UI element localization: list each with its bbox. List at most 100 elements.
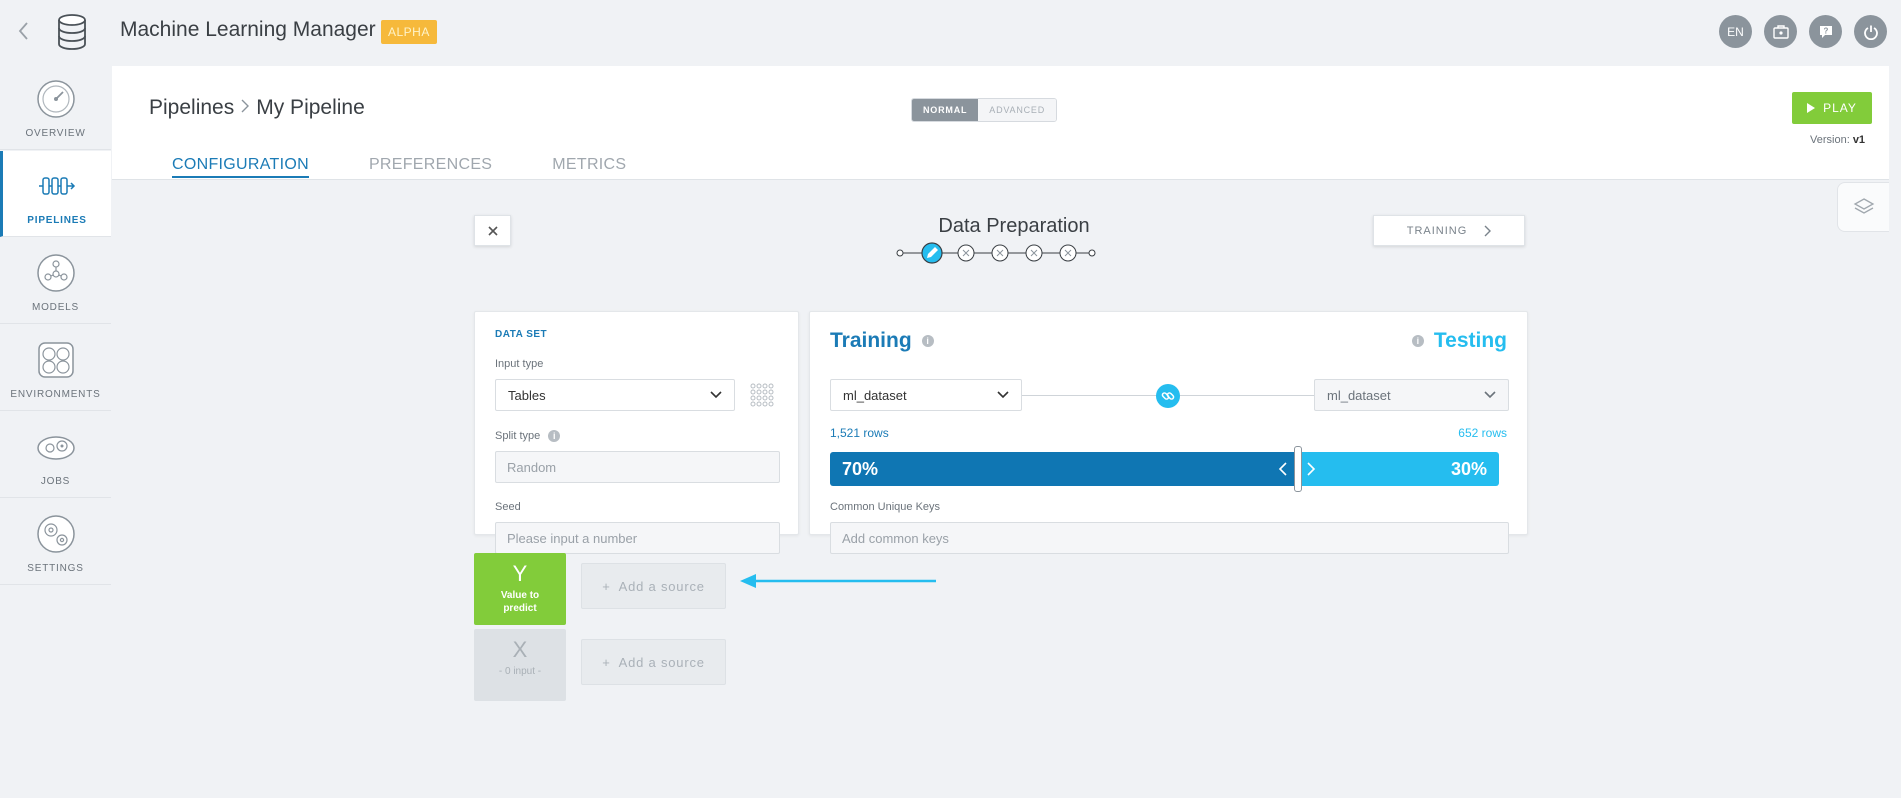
add-source-label: Add a source <box>618 654 705 670</box>
alpha-badge: ALPHA <box>381 20 437 44</box>
dataset-card: DATA SET Input type Tables Split type i … <box>474 311 799 554</box>
sidebar-item-environments[interactable]: ENVIRONMENTS <box>0 325 111 411</box>
sidebar-item-label: MODELS <box>31 302 80 313</box>
sidebar-item-label: JOBS <box>40 476 71 487</box>
split-slider-handle[interactable] <box>1294 446 1302 492</box>
help-chat-icon[interactable]: ? <box>1809 15 1842 48</box>
training-share: 70% <box>830 452 1298 486</box>
step-pending-icon[interactable] <box>957 244 975 262</box>
language-button[interactable]: EN <box>1719 15 1752 48</box>
app-title: Machine Learning Manager <box>120 18 376 41</box>
testing-dataset-value: ml_dataset <box>1327 387 1391 403</box>
training-dataset-select[interactable]: ml_dataset <box>830 379 1022 411</box>
step-pending-icon[interactable] <box>1025 244 1043 262</box>
sidebar-item-jobs[interactable]: JOBS <box>0 412 111 498</box>
split-ratio-bar[interactable]: 70% 30% <box>830 452 1499 486</box>
input-variables-tile[interactable]: X - 0 input - <box>474 629 566 701</box>
split-type-field[interactable]: Random <box>495 451 780 483</box>
testing-title: i Testing <box>1411 329 1507 353</box>
step-progress <box>896 242 1096 264</box>
common-keys-input[interactable]: Add common keys <box>830 522 1509 554</box>
chevron-left-icon[interactable] <box>1278 461 1288 477</box>
arrow-left-icon <box>740 574 936 588</box>
sidebar-item-models[interactable]: MODELS <box>0 238 111 324</box>
sidebar-item-settings[interactable]: SETTINGS <box>0 499 111 585</box>
target-letter: Y <box>512 561 528 586</box>
step-pending-icon[interactable] <box>1059 244 1077 262</box>
info-icon[interactable]: i <box>1411 335 1424 347</box>
mode-normal-button[interactable]: NORMAL <box>912 99 979 121</box>
tab-preferences[interactable]: PREFERENCES <box>369 156 492 178</box>
model-network-icon <box>36 254 75 292</box>
link-icon <box>1161 392 1175 400</box>
sidebar-item-label: SETTINGS <box>27 563 84 574</box>
gauge-icon <box>36 80 75 118</box>
seed-label: Seed <box>495 501 521 513</box>
training-rows-count: 1,521 rows <box>830 426 889 440</box>
play-icon <box>1807 103 1816 113</box>
main-panel: Pipelines My Pipeline NORMAL ADVANCED PL… <box>112 66 1889 798</box>
chevron-down-icon <box>1484 391 1496 399</box>
info-icon[interactable]: i <box>548 430 561 442</box>
version-info: Version: v1 <box>1810 134 1865 146</box>
input-type-value: Tables <box>508 387 546 403</box>
tab-configuration[interactable]: CONFIGURATION <box>172 156 309 178</box>
train-test-split-card: Training i i Testing ml_dataset ml_datas… <box>809 311 1528 554</box>
next-step-training-button[interactable]: TRAINING <box>1373 215 1525 246</box>
close-button[interactable] <box>474 215 511 246</box>
seed-input[interactable]: Please input a number <box>495 522 780 554</box>
link-datasets-toggle[interactable] <box>1156 384 1180 408</box>
mode-toggle: NORMAL ADVANCED <box>911 98 1058 122</box>
layers-panel-toggle[interactable] <box>1837 182 1889 232</box>
breadcrumb-chevron-icon <box>240 97 250 120</box>
sidebar: OVERVIEW PIPELINES MODELS ENVIRONMENTS J… <box>0 64 111 585</box>
back-chevron-icon[interactable] <box>14 18 34 44</box>
target-variable-tile[interactable]: Y Value to predict <box>474 553 566 625</box>
training-title: Training i <box>830 329 934 353</box>
add-input-source-button[interactable]: + Add a source <box>581 639 726 685</box>
play-button[interactable]: PLAY <box>1792 92 1872 124</box>
input-type-select[interactable]: Tables <box>495 379 735 411</box>
chevron-right-icon[interactable] <box>1306 461 1316 477</box>
add-target-source-button[interactable]: + Add a source <box>581 563 726 609</box>
environment-cubes-icon <box>37 342 74 378</box>
table-grid-icon[interactable] <box>750 383 776 407</box>
breadcrumb-pipelines-link[interactable]: Pipelines <box>149 96 234 120</box>
sidebar-item-label: OVERVIEW <box>25 128 86 139</box>
dataset-heading: DATA SET <box>495 329 548 340</box>
input-subtitle: - 0 input - <box>498 666 542 677</box>
top-bar: Machine Learning Manager ALPHA EN ? <box>0 0 1901 64</box>
sidebar-item-overview[interactable]: OVERVIEW <box>0 64 111 150</box>
plus-icon: + <box>602 578 611 594</box>
split-type-value: Random <box>507 459 557 475</box>
step-pending-icon[interactable] <box>991 244 1009 262</box>
chevron-down-icon <box>710 391 722 399</box>
add-source-label: Add a source <box>618 578 705 594</box>
training-dataset-value: ml_dataset <box>843 387 907 403</box>
step-title: Data Preparation <box>938 215 1090 237</box>
seed-placeholder: Please input a number <box>507 530 638 546</box>
breadcrumb: Pipelines My Pipeline <box>149 96 365 120</box>
pipeline-header: Pipelines My Pipeline NORMAL ADVANCED PL… <box>112 66 1889 180</box>
step-current-edit-icon[interactable] <box>921 242 943 264</box>
version-value: v1 <box>1852 134 1866 146</box>
next-step-label: TRAINING <box>1406 224 1468 237</box>
database-logo-icon <box>55 13 89 51</box>
layers-icon <box>1853 198 1874 214</box>
chevron-right-icon <box>1484 225 1492 236</box>
pipeline-icon <box>39 177 76 195</box>
input-letter: X <box>512 637 528 662</box>
app-switch-icon[interactable] <box>1764 15 1797 48</box>
breadcrumb-current: My Pipeline <box>256 96 365 119</box>
svg-text:?: ? <box>1823 26 1828 35</box>
info-icon[interactable]: i <box>921 335 934 347</box>
target-subtitle: Value to predict <box>500 590 540 614</box>
power-icon[interactable] <box>1854 15 1887 48</box>
mode-advanced-button[interactable]: ADVANCED <box>978 99 1057 121</box>
sidebar-item-pipelines[interactable]: PIPELINES <box>0 151 111 237</box>
tab-metrics[interactable]: METRICS <box>552 156 626 178</box>
sidebar-item-label: ENVIRONMENTS <box>10 389 101 400</box>
input-type-label: Input type <box>495 358 544 370</box>
testing-dataset-select[interactable]: ml_dataset <box>1314 379 1509 411</box>
play-label: PLAY <box>1823 101 1857 115</box>
